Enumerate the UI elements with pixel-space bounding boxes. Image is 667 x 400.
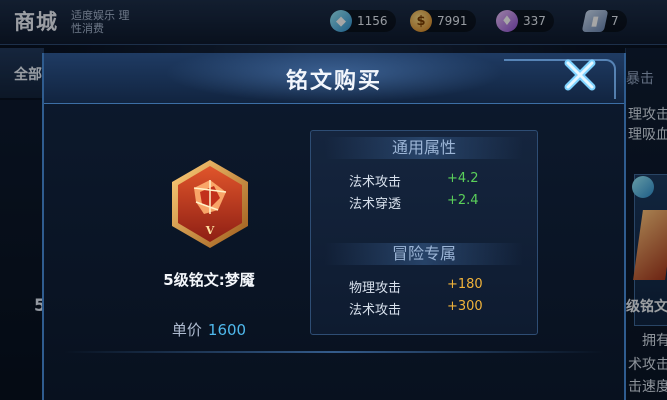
attribute-row: 法术穿透 +2.4 — [311, 193, 537, 213]
attribute-value: +2.4 — [447, 193, 479, 208]
attribute-row: 法术攻击 +300 — [311, 299, 537, 319]
attribute-name: 法术攻击 — [349, 303, 402, 318]
rune-name: 5级铭文:梦魇 — [163, 271, 255, 289]
price-label: 单价 — [171, 321, 202, 339]
attribute-row: 法术攻击 +4.2 — [311, 171, 537, 191]
rune-level5-icon: V — [172, 160, 248, 248]
attribute-value: +4.2 — [447, 171, 479, 186]
adventure-attributes-title: 冒险专属 — [391, 244, 456, 263]
close-button[interactable] — [558, 55, 602, 95]
attribute-name: 法术穿透 — [349, 197, 402, 212]
dialog-title: 铭文购买 — [285, 69, 382, 94]
unit-price-row: 单价 1600 — [104, 319, 314, 340]
bottom-divider — [64, 351, 604, 353]
price-value: 1600 — [207, 321, 247, 339]
dialog-header: 铭文购买 — [44, 53, 624, 104]
attribute-row: 物理攻击 +180 — [311, 277, 537, 297]
attribute-name: 物理攻击 — [349, 281, 402, 296]
rune-level-mark: V — [205, 224, 215, 237]
attribute-name: 法术攻击 — [349, 175, 402, 190]
general-attributes-title: 通用属性 — [391, 138, 456, 157]
close-x-icon — [564, 59, 596, 91]
attribute-value: +300 — [447, 299, 483, 314]
rune-purchase-dialog: 铭文购买 V 5级铭文:梦魇 单价 1600 通用属性 法术攻击 +4.2 法术… — [42, 53, 626, 400]
attribute-panel: 通用属性 法术攻击 +4.2 法术穿透 +2.4 冒险专属 物理攻击 +180 … — [310, 130, 538, 335]
attribute-value: +180 — [447, 277, 483, 292]
